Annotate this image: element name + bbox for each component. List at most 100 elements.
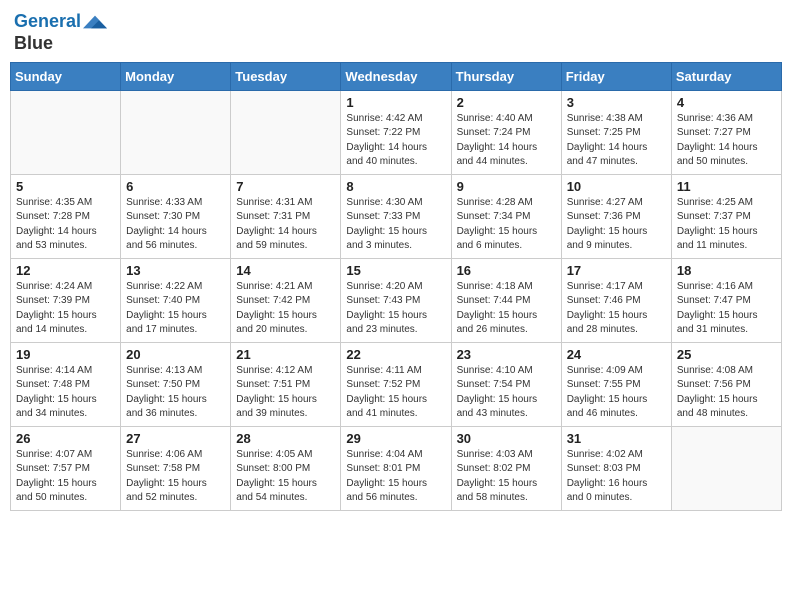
day-number: 19	[16, 347, 115, 362]
day-number: 13	[126, 263, 225, 278]
day-info: Sunrise: 4:13 AMSunset: 7:50 PMDaylight:…	[126, 364, 225, 422]
calendar-cell: 26 Sunrise: 4:07 AMSunset: 7:57 PMDayligh…	[11, 426, 121, 510]
day-info: Sunrise: 4:18 AMSunset: 7:44 PMDaylight:…	[457, 280, 556, 338]
day-info: Sunrise: 4:07 AMSunset: 7:57 PMDaylight:…	[16, 448, 115, 506]
page-header: General Blue	[10, 10, 782, 54]
day-info: Sunrise: 4:05 AMSunset: 8:00 PMDaylight:…	[236, 448, 335, 506]
day-number: 18	[677, 263, 776, 278]
day-info: Sunrise: 4:09 AMSunset: 7:55 PMDaylight:…	[567, 364, 666, 422]
calendar-cell: 16 Sunrise: 4:18 AMSunset: 7:44 PMDayligh…	[451, 258, 561, 342]
day-number: 30	[457, 431, 556, 446]
calendar-cell	[11, 90, 121, 174]
calendar-cell: 17Sunrise: 4:17 AMSunset: 7:46 PMDayligh…	[561, 258, 671, 342]
week-row-2: 5 Sunrise: 4:35 AMSunset: 7:28 PMDaylight…	[11, 174, 782, 258]
calendar-cell: 29 Sunrise: 4:04 AMSunset: 8:01 PMDayligh…	[341, 426, 451, 510]
calendar-cell: 28 Sunrise: 4:05 AMSunset: 8:00 PMDayligh…	[231, 426, 341, 510]
header-wednesday: Wednesday	[341, 62, 451, 90]
calendar-cell: 10Sunrise: 4:27 AMSunset: 7:36 PMDayligh…	[561, 174, 671, 258]
header-sunday: Sunday	[11, 62, 121, 90]
day-info: Sunrise: 4:40 AMSunset: 7:24 PMDaylight:…	[457, 112, 556, 170]
calendar-cell: 13 Sunrise: 4:22 AMSunset: 7:40 PMDayligh…	[121, 258, 231, 342]
calendar-cell: 8 Sunrise: 4:30 AMSunset: 7:33 PMDaylight…	[341, 174, 451, 258]
day-number: 22	[346, 347, 445, 362]
day-number: 27	[126, 431, 225, 446]
day-info: Sunrise: 4:25 AMSunset: 7:37 PMDaylight:…	[677, 196, 776, 254]
day-info: Sunrise: 4:30 AMSunset: 7:33 PMDaylight:…	[346, 196, 445, 254]
header-monday: Monday	[121, 62, 231, 90]
calendar-cell: 2 Sunrise: 4:40 AMSunset: 7:24 PMDaylight…	[451, 90, 561, 174]
calendar-cell: 23Sunrise: 4:10 AMSunset: 7:54 PMDayligh…	[451, 342, 561, 426]
day-number: 15	[346, 263, 445, 278]
calendar-cell: 22 Sunrise: 4:11 AMSunset: 7:52 PMDayligh…	[341, 342, 451, 426]
calendar-cell: 12Sunrise: 4:24 AMSunset: 7:39 PMDayligh…	[11, 258, 121, 342]
header-friday: Friday	[561, 62, 671, 90]
calendar-cell: 6 Sunrise: 4:33 AMSunset: 7:30 PMDaylight…	[121, 174, 231, 258]
day-info: Sunrise: 4:16 AMSunset: 7:47 PMDaylight:…	[677, 280, 776, 338]
day-info: Sunrise: 4:33 AMSunset: 7:30 PMDaylight:…	[126, 196, 225, 254]
day-info: Sunrise: 4:21 AMSunset: 7:42 PMDaylight:…	[236, 280, 335, 338]
day-number: 26	[16, 431, 115, 446]
day-info: Sunrise: 4:22 AMSunset: 7:40 PMDaylight:…	[126, 280, 225, 338]
calendar-cell: 15 Sunrise: 4:20 AMSunset: 7:43 PMDayligh…	[341, 258, 451, 342]
week-row-1: 1 Sunrise: 4:42 AMSunset: 7:22 PMDaylight…	[11, 90, 782, 174]
day-number: 31	[567, 431, 666, 446]
day-info: Sunrise: 4:02 AMSunset: 8:03 PMDaylight:…	[567, 448, 666, 506]
calendar-cell: 19 Sunrise: 4:14 AMSunset: 7:48 PMDayligh…	[11, 342, 121, 426]
week-row-5: 26 Sunrise: 4:07 AMSunset: 7:57 PMDayligh…	[11, 426, 782, 510]
day-number: 6	[126, 179, 225, 194]
day-info: Sunrise: 4:03 AMSunset: 8:02 PMDaylight:…	[457, 448, 556, 506]
calendar-cell: 27 Sunrise: 4:06 AMSunset: 7:58 PMDayligh…	[121, 426, 231, 510]
day-info: Sunrise: 4:12 AMSunset: 7:51 PMDaylight:…	[236, 364, 335, 422]
logo-text: General Blue	[14, 10, 107, 54]
day-number: 1	[346, 95, 445, 110]
week-row-3: 12Sunrise: 4:24 AMSunset: 7:39 PMDayligh…	[11, 258, 782, 342]
day-number: 14	[236, 263, 335, 278]
day-info: Sunrise: 4:11 AMSunset: 7:52 PMDaylight:…	[346, 364, 445, 422]
calendar-table: SundayMondayTuesdayWednesdayThursdayFrid…	[10, 62, 782, 511]
day-number: 28	[236, 431, 335, 446]
day-number: 29	[346, 431, 445, 446]
day-info: Sunrise: 4:14 AMSunset: 7:48 PMDaylight:…	[16, 364, 115, 422]
calendar-header-row: SundayMondayTuesdayWednesdayThursdayFrid…	[11, 62, 782, 90]
calendar-cell: 31 Sunrise: 4:02 AMSunset: 8:03 PMDayligh…	[561, 426, 671, 510]
day-number: 12	[16, 263, 115, 278]
calendar-cell	[671, 426, 781, 510]
calendar-cell: 3Sunrise: 4:38 AMSunset: 7:25 PMDaylight…	[561, 90, 671, 174]
day-info: Sunrise: 4:04 AMSunset: 8:01 PMDaylight:…	[346, 448, 445, 506]
day-info: Sunrise: 4:31 AMSunset: 7:31 PMDaylight:…	[236, 196, 335, 254]
day-number: 11	[677, 179, 776, 194]
day-info: Sunrise: 4:06 AMSunset: 7:58 PMDaylight:…	[126, 448, 225, 506]
day-number: 20	[126, 347, 225, 362]
day-number: 23	[457, 347, 556, 362]
day-number: 5	[16, 179, 115, 194]
header-saturday: Saturday	[671, 62, 781, 90]
day-number: 3	[567, 95, 666, 110]
calendar-cell: 5 Sunrise: 4:35 AMSunset: 7:28 PMDaylight…	[11, 174, 121, 258]
day-info: Sunrise: 4:20 AMSunset: 7:43 PMDaylight:…	[346, 280, 445, 338]
calendar-cell: 7 Sunrise: 4:31 AMSunset: 7:31 PMDaylight…	[231, 174, 341, 258]
calendar-cell: 20 Sunrise: 4:13 AMSunset: 7:50 PMDayligh…	[121, 342, 231, 426]
calendar-cell: 1 Sunrise: 4:42 AMSunset: 7:22 PMDaylight…	[341, 90, 451, 174]
day-info: Sunrise: 4:42 AMSunset: 7:22 PMDaylight:…	[346, 112, 445, 170]
day-number: 21	[236, 347, 335, 362]
calendar-cell: 18 Sunrise: 4:16 AMSunset: 7:47 PMDayligh…	[671, 258, 781, 342]
calendar-cell	[231, 90, 341, 174]
day-number: 2	[457, 95, 556, 110]
day-number: 25	[677, 347, 776, 362]
calendar-cell: 14 Sunrise: 4:21 AMSunset: 7:42 PMDayligh…	[231, 258, 341, 342]
header-tuesday: Tuesday	[231, 62, 341, 90]
day-info: Sunrise: 4:28 AMSunset: 7:34 PMDaylight:…	[457, 196, 556, 254]
logo: General Blue	[14, 10, 107, 54]
day-number: 8	[346, 179, 445, 194]
day-info: Sunrise: 4:17 AMSunset: 7:46 PMDaylight:…	[567, 280, 666, 338]
calendar-cell	[121, 90, 231, 174]
header-thursday: Thursday	[451, 62, 561, 90]
calendar-cell: 11 Sunrise: 4:25 AMSunset: 7:37 PMDayligh…	[671, 174, 781, 258]
day-number: 16	[457, 263, 556, 278]
day-info: Sunrise: 4:35 AMSunset: 7:28 PMDaylight:…	[16, 196, 115, 254]
day-number: 4	[677, 95, 776, 110]
day-info: Sunrise: 4:36 AMSunset: 7:27 PMDaylight:…	[677, 112, 776, 170]
day-number: 7	[236, 179, 335, 194]
calendar-cell: 4 Sunrise: 4:36 AMSunset: 7:27 PMDaylight…	[671, 90, 781, 174]
day-number: 24	[567, 347, 666, 362]
